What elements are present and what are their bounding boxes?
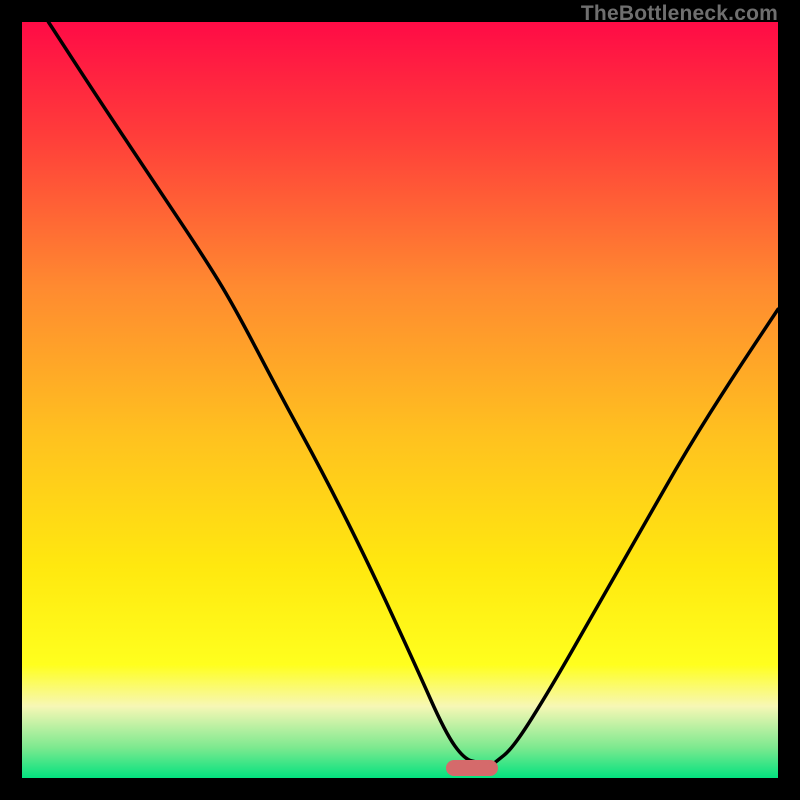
plot-area xyxy=(22,22,778,778)
minimum-marker xyxy=(446,760,498,776)
chart-container: TheBottleneck.com xyxy=(0,0,800,800)
watermark-text: TheBottleneck.com xyxy=(581,2,778,26)
gradient-background xyxy=(22,22,778,778)
chart-svg xyxy=(22,22,778,778)
